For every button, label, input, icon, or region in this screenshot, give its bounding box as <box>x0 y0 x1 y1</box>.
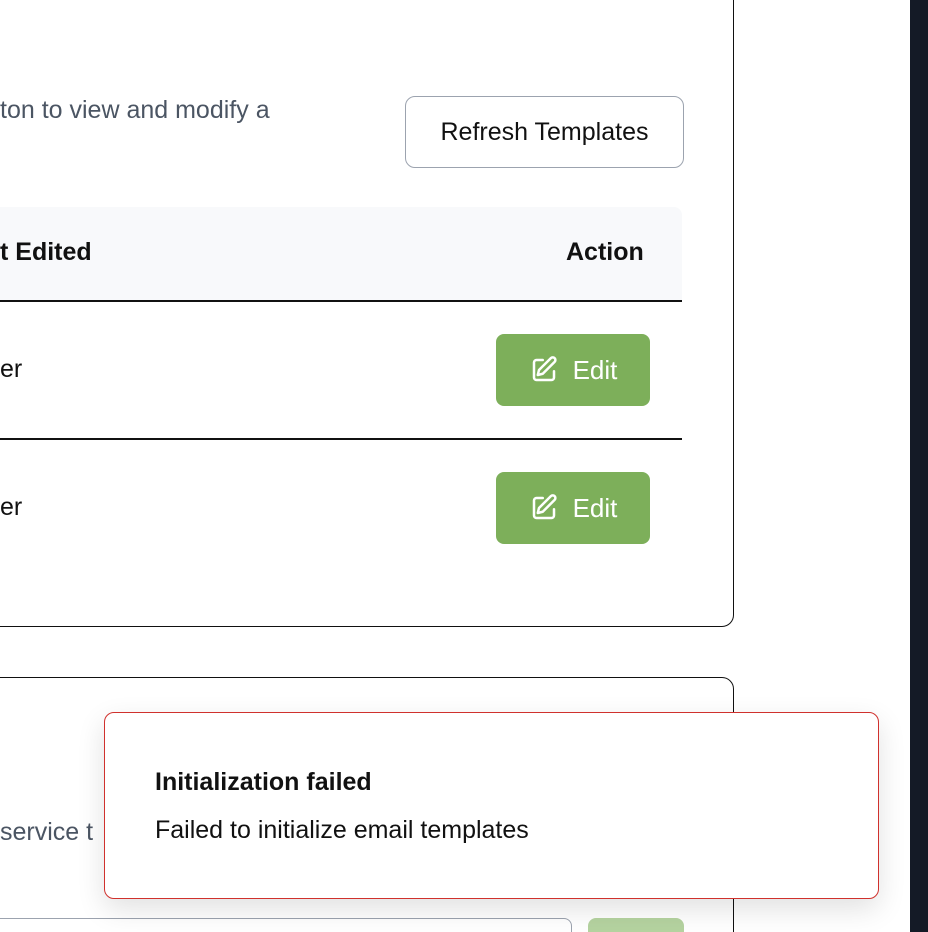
service-input-field[interactable] <box>0 918 572 932</box>
edit-template-button[interactable]: Edit <box>496 472 650 544</box>
side-panel-edge <box>910 0 928 932</box>
toast-title: Initialization failed <box>155 768 372 796</box>
table-cell-last-edited: er <box>0 493 23 521</box>
refresh-templates-button[interactable]: Refresh Templates <box>405 96 684 168</box>
edit-template-button[interactable]: Edit <box>496 334 650 406</box>
error-toast: Initialization failed Failed to initiali… <box>104 712 879 899</box>
edit-icon <box>532 494 557 520</box>
edit-icon <box>532 356 557 382</box>
edit-button-label: Edit <box>572 492 618 523</box>
service-description: service t <box>0 818 94 846</box>
column-header-last-edited: t Edited <box>0 238 92 266</box>
table-row-divider <box>0 300 682 302</box>
edit-button-label: Edit <box>572 354 618 385</box>
column-header-action: Action <box>566 238 644 266</box>
service-submit-button[interactable] <box>588 918 684 932</box>
table-cell-last-edited: er <box>0 355 23 383</box>
toast-message: Failed to initialize email templates <box>155 816 529 844</box>
templates-description: ton to view and modify a <box>0 96 270 124</box>
table-row-divider <box>0 438 682 440</box>
